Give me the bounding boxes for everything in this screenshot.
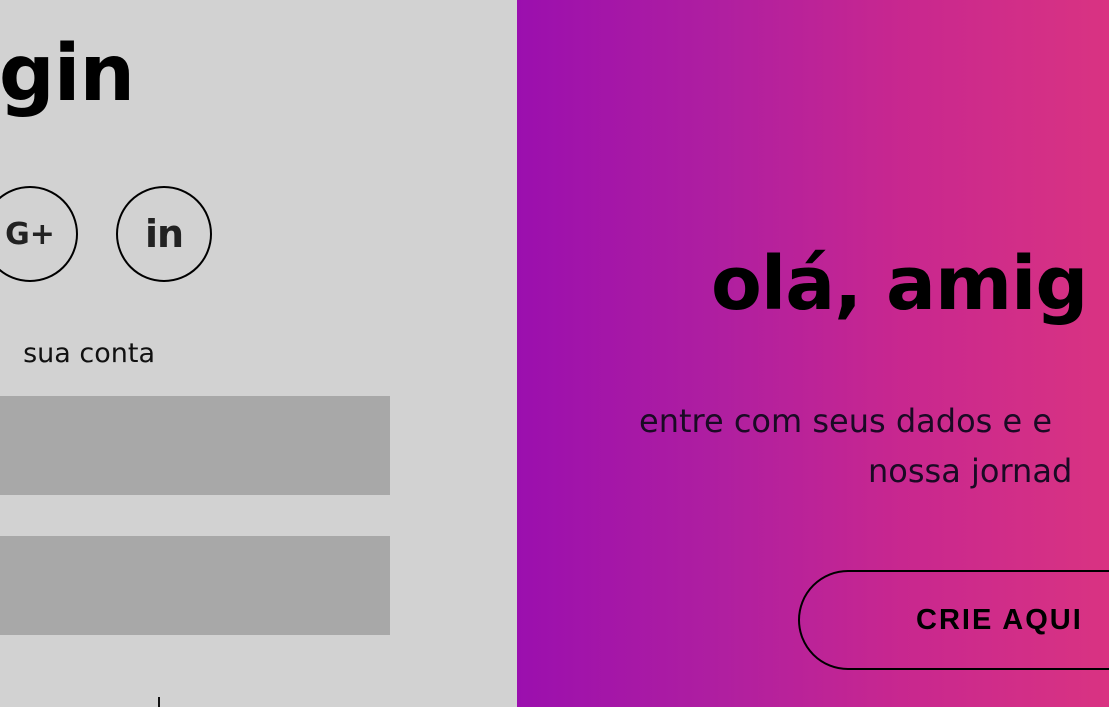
login-title: gin [0,29,135,119]
linkedin-label: in [144,212,184,256]
google-plus-label: G+ [5,216,55,252]
truncated-link-glyph [150,694,168,707]
auth-screen: gin G+ in sua conta olá, amig entre com … [0,0,1109,707]
login-panel: gin G+ in sua conta [0,0,517,707]
welcome-subtitle: entre com seus dados e e nossa jornad [639,396,1109,496]
create-account-button[interactable]: CRIE AQUI [798,570,1109,670]
welcome-subtitle-line-2: nossa jornad [868,452,1073,490]
login-input-1[interactable] [0,396,390,495]
login-hint-text: sua conta [23,338,155,369]
welcome-panel: olá, amig entre com seus dados e e nossa… [517,0,1109,707]
welcome-subtitle-line-1: entre com seus dados e e [639,402,1053,440]
linkedin-icon[interactable]: in [116,186,212,282]
login-input-2[interactable] [0,536,390,635]
welcome-title: olá, amig [711,241,1088,327]
google-plus-icon[interactable]: G+ [0,186,78,282]
